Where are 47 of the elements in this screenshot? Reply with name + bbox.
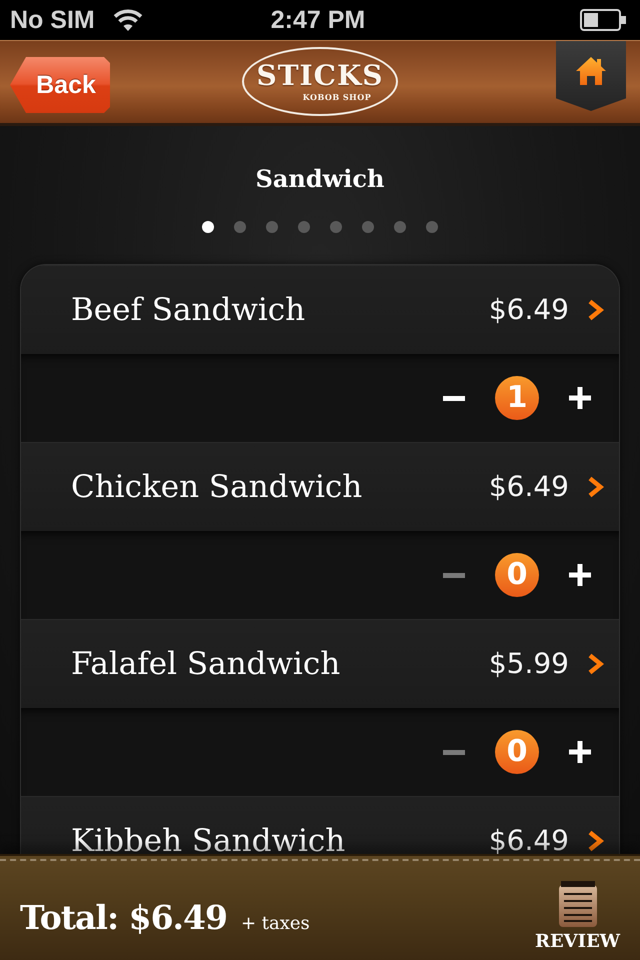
menu-item-row[interactable]: Beef Sandwich $6.49 [21,265,619,354]
logo-wordmark: STICKS [256,62,384,90]
item-price: $5.99 [488,650,569,678]
plus-icon [569,564,591,586]
page-dot[interactable] [298,221,310,233]
menu-item-row[interactable]: Kibbeh Sandwich $6.49 [21,796,619,854]
item-price: $6.49 [488,296,569,324]
page-dot[interactable] [202,221,214,233]
plus-icon [569,741,591,763]
plus-icon [569,387,591,409]
item-name: Beef Sandwich [71,294,306,326]
page-dot[interactable] [362,221,374,233]
clock-time: 2:47 PM [270,8,366,32]
page-dot[interactable] [330,221,342,233]
page-dot[interactable] [266,221,278,233]
quantity-badge: 0 [495,730,539,774]
minus-icon [443,396,465,400]
item-name: Kibbeh Sandwich [71,826,346,854]
page-dot[interactable] [426,221,438,233]
item-name: Chicken Sandwich [71,472,364,502]
page-dot[interactable] [394,221,406,233]
chevron-icon [587,476,604,498]
item-price: $6.49 [488,473,569,501]
wifi-icon [112,9,143,31]
minus-icon [443,750,465,754]
minus-icon [443,572,465,578]
quantity-badge: 0 [495,553,539,597]
home-icon [576,57,606,85]
chevron-icon [587,653,604,675]
notepad-icon [558,880,596,926]
review-button[interactable]: REVIEW [535,880,620,950]
home-button[interactable] [556,41,626,111]
menu-item-row[interactable]: Falafel Sandwich $5.99 [21,619,619,708]
back-button[interactable]: Back [10,57,110,113]
order-total: Total: $6.49 [20,901,227,934]
carrier-label: No SIM [10,8,95,32]
logo-tagline: KOBOB SHOP [302,93,372,101]
quantity-badge: 1 [495,376,539,420]
battery-icon [580,9,626,31]
page-dot[interactable] [234,221,246,233]
category-title: Sandwich [256,163,384,195]
chevron-icon [587,830,604,852]
menu-item-row[interactable]: Chicken Sandwich $6.49 [21,442,619,531]
taxes-note: + taxes [240,915,310,933]
item-price: $6.49 [488,827,569,854]
item-name: Falafel Sandwich [71,648,342,680]
chevron-icon [587,299,604,321]
